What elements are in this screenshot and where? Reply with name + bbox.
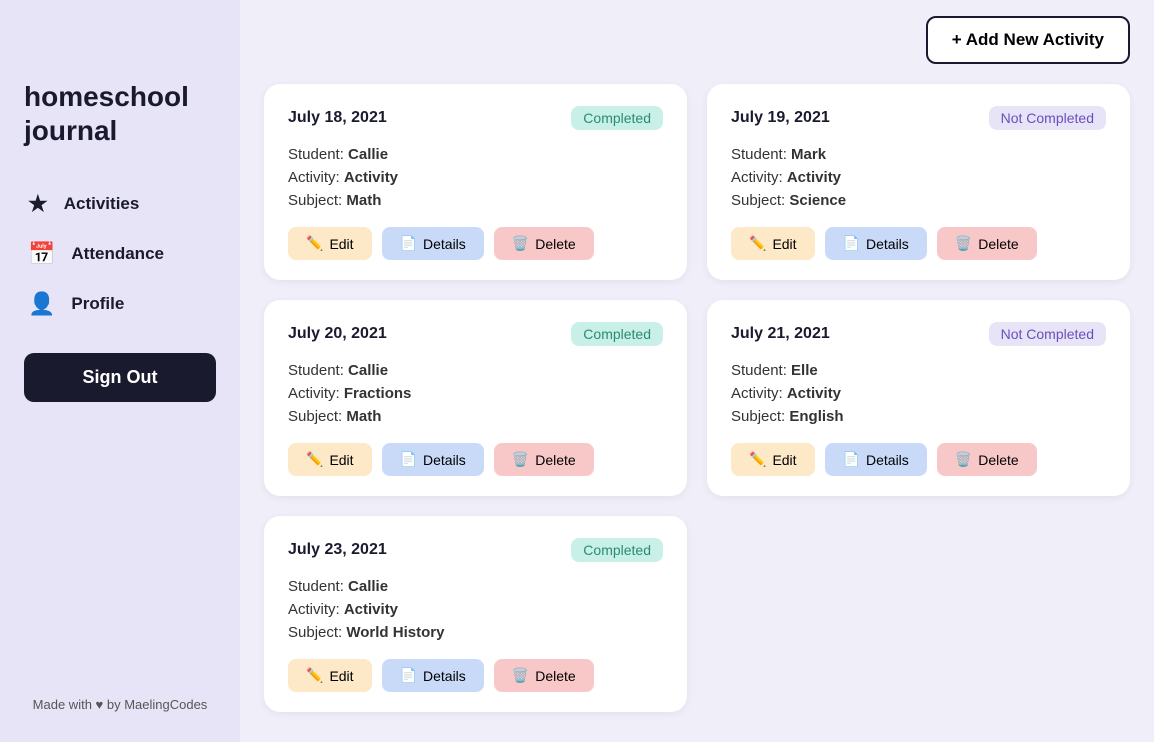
student-field: Student: Elle (731, 362, 1106, 379)
activity-card: July 23, 2021 Completed Student: Callie … (264, 516, 687, 712)
subject-field: Subject: Science (731, 192, 1106, 209)
card-actions: ✏️ Edit 📄 Details 🗑️ Delete (288, 443, 663, 476)
star-icon: ★ (28, 191, 48, 217)
details-icon: 📄 (400, 451, 417, 468)
app-title: homeschool journal (24, 80, 216, 147)
sidebar: homeschool journal ★ Activities 📅 Attend… (0, 0, 240, 742)
details-button[interactable]: 📄 Details (382, 443, 484, 476)
details-icon: 📄 (400, 235, 417, 252)
delete-button[interactable]: 🗑️ Delete (494, 659, 594, 692)
sidebar-item-label: Attendance (71, 244, 164, 264)
sidebar-item-profile[interactable]: 👤 Profile (24, 283, 216, 325)
card-header: July 18, 2021 Completed (288, 106, 663, 130)
activity-field: Activity: Activity (731, 385, 1106, 402)
status-badge: Not Completed (989, 106, 1106, 130)
student-field: Student: Mark (731, 146, 1106, 163)
student-field: Student: Callie (288, 578, 663, 595)
status-badge: Completed (571, 106, 663, 130)
status-badge: Not Completed (989, 322, 1106, 346)
card-actions: ✏️ Edit 📄 Details 🗑️ Delete (731, 443, 1106, 476)
footer-text: Made with ♥ by MaelingCodes (0, 697, 240, 712)
top-bar: + Add New Activity (264, 16, 1130, 64)
edit-icon: ✏️ (306, 667, 323, 684)
subject-field: Subject: Math (288, 408, 663, 425)
details-icon: 📄 (843, 235, 860, 252)
card-header: July 19, 2021 Not Completed (731, 106, 1106, 130)
status-badge: Completed (571, 322, 663, 346)
sidebar-item-label: Activities (64, 194, 140, 214)
trash-icon: 🗑️ (512, 451, 529, 468)
activity-field: Activity: Activity (288, 601, 663, 618)
card-date: July 23, 2021 (288, 541, 387, 559)
card-actions: ✏️ Edit 📄 Details 🗑️ Delete (288, 659, 663, 692)
student-field: Student: Callie (288, 362, 663, 379)
card-date: July 20, 2021 (288, 325, 387, 343)
card-header: July 23, 2021 Completed (288, 538, 663, 562)
edit-icon: ✏️ (306, 451, 323, 468)
card-date: July 21, 2021 (731, 325, 830, 343)
delete-button[interactable]: 🗑️ Delete (937, 227, 1037, 260)
details-button[interactable]: 📄 Details (382, 659, 484, 692)
sidebar-nav: ★ Activities 📅 Attendance 👤 Profile (24, 183, 216, 333)
sign-out-button[interactable]: Sign Out (24, 353, 216, 402)
sidebar-item-label: Profile (71, 294, 124, 314)
card-header: July 20, 2021 Completed (288, 322, 663, 346)
edit-button[interactable]: ✏️ Edit (731, 443, 815, 476)
subject-field: Subject: Math (288, 192, 663, 209)
delete-button[interactable]: 🗑️ Delete (937, 443, 1037, 476)
activity-card: July 19, 2021 Not Completed Student: Mar… (707, 84, 1130, 280)
card-actions: ✏️ Edit 📄 Details 🗑️ Delete (288, 227, 663, 260)
activity-card: July 18, 2021 Completed Student: Callie … (264, 84, 687, 280)
edit-icon: ✏️ (749, 451, 766, 468)
delete-button[interactable]: 🗑️ Delete (494, 443, 594, 476)
trash-icon: 🗑️ (512, 667, 529, 684)
card-header: July 21, 2021 Not Completed (731, 322, 1106, 346)
status-badge: Completed (571, 538, 663, 562)
details-button[interactable]: 📄 Details (825, 443, 927, 476)
calendar-icon: 📅 (28, 241, 55, 267)
edit-icon: ✏️ (306, 235, 323, 252)
delete-button[interactable]: 🗑️ Delete (494, 227, 594, 260)
edit-button[interactable]: ✏️ Edit (288, 659, 372, 692)
subject-field: Subject: World History (288, 624, 663, 641)
edit-button[interactable]: ✏️ Edit (288, 443, 372, 476)
activity-field: Activity: Activity (731, 169, 1106, 186)
card-date: July 18, 2021 (288, 109, 387, 127)
activity-field: Activity: Fractions (288, 385, 663, 402)
details-button[interactable]: 📄 Details (825, 227, 927, 260)
trash-icon: 🗑️ (955, 451, 972, 468)
person-icon: 👤 (28, 291, 55, 317)
activity-cards-grid: July 18, 2021 Completed Student: Callie … (264, 84, 1130, 712)
edit-button[interactable]: ✏️ Edit (288, 227, 372, 260)
activity-card: July 20, 2021 Completed Student: Callie … (264, 300, 687, 496)
details-icon: 📄 (843, 451, 860, 468)
card-actions: ✏️ Edit 📄 Details 🗑️ Delete (731, 227, 1106, 260)
edit-button[interactable]: ✏️ Edit (731, 227, 815, 260)
trash-icon: 🗑️ (512, 235, 529, 252)
trash-icon: 🗑️ (955, 235, 972, 252)
details-icon: 📄 (400, 667, 417, 684)
main-content: + Add New Activity July 18, 2021 Complet… (240, 0, 1154, 742)
student-field: Student: Callie (288, 146, 663, 163)
edit-icon: ✏️ (749, 235, 766, 252)
activity-card: July 21, 2021 Not Completed Student: Ell… (707, 300, 1130, 496)
details-button[interactable]: 📄 Details (382, 227, 484, 260)
sidebar-item-attendance[interactable]: 📅 Attendance (24, 233, 216, 275)
card-date: July 19, 2021 (731, 109, 830, 127)
activity-field: Activity: Activity (288, 169, 663, 186)
subject-field: Subject: English (731, 408, 1106, 425)
add-new-activity-button[interactable]: + Add New Activity (926, 16, 1130, 64)
sidebar-item-activities[interactable]: ★ Activities (24, 183, 216, 225)
